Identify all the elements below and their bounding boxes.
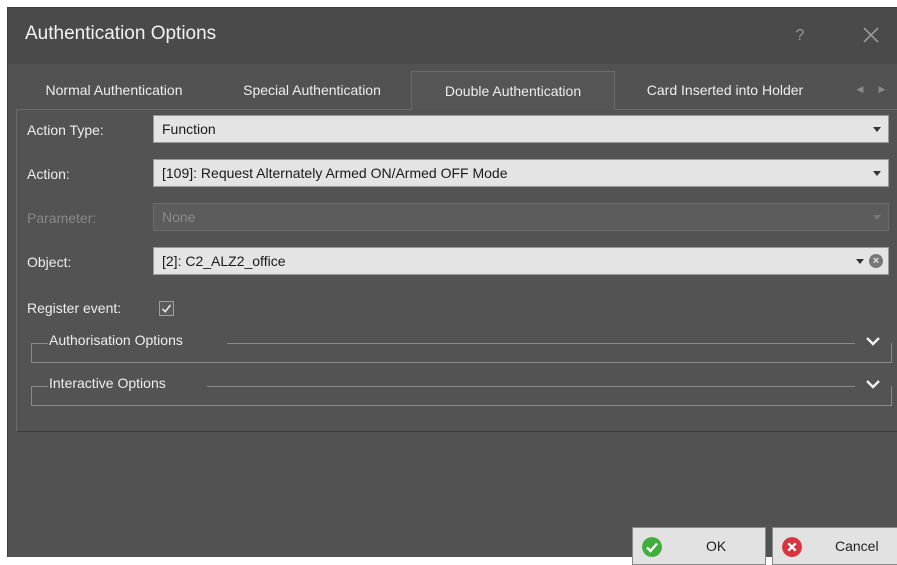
object-value: [2]: C2_ALZ2_office [162, 253, 286, 269]
check-circle-icon [642, 537, 662, 557]
window-title: Authentication Options [25, 23, 217, 44]
chevron-down-icon [856, 259, 864, 264]
action-type-select[interactable]: Function [153, 115, 889, 143]
action-label: Action: [27, 166, 70, 182]
group-border-left [32, 343, 48, 344]
cancel-button[interactable]: Cancel [772, 527, 897, 565]
authorisation-options-group: Authorisation Options [31, 332, 892, 363]
group-border-left [32, 386, 48, 387]
authorisation-options-title: Authorisation Options [49, 332, 187, 348]
chevron-down-icon [873, 171, 881, 176]
action-select[interactable]: [109]: Request Alternately Armed ON/Arme… [153, 159, 889, 187]
chevron-down-icon[interactable] [865, 378, 881, 390]
tab-strip: Normal Authentication Special Authentica… [8, 71, 897, 110]
object-label: Object: [27, 254, 72, 270]
chevron-down-icon [873, 215, 881, 220]
clear-icon[interactable]: × [869, 254, 883, 268]
close-x-icon [863, 27, 879, 43]
interactive-options-group: Interactive Options [31, 375, 892, 406]
object-select[interactable]: [2]: C2_ALZ2_office × [153, 247, 889, 275]
ok-button[interactable]: OK [632, 527, 766, 565]
register-event-checkbox[interactable] [159, 301, 174, 316]
cancel-label: Cancel [835, 538, 879, 554]
action-type-label: Action Type: [27, 122, 104, 138]
register-event-label: Register event: [27, 300, 122, 316]
parameter-value: None [162, 209, 196, 225]
interactive-options-title: Interactive Options [49, 375, 170, 391]
parameter-label: Parameter: [27, 210, 97, 226]
action-type-value: Function [162, 121, 216, 137]
tab-scroll-right-icon[interactable]: ▶ [874, 81, 890, 97]
action-value: [109]: Request Alternately Armed ON/Arme… [162, 165, 508, 181]
chevron-down-icon [873, 127, 881, 132]
title-bar: Authentication Options ? [8, 8, 897, 64]
group-border-right [227, 343, 855, 344]
chevron-down-icon[interactable] [865, 335, 881, 347]
x-circle-icon [782, 537, 802, 557]
tab-double-authentication[interactable]: Double Authentication [411, 71, 615, 110]
tab-scroll-left-icon[interactable]: ◀ [852, 81, 868, 97]
tab-card-inserted-into-holder[interactable]: Card Inserted into Holder [620, 72, 830, 108]
authentication-options-dialog: Authentication Options ? Normal Authenti… [7, 7, 897, 565]
tab-normal-authentication[interactable]: Normal Authentication [21, 72, 207, 108]
checkmark-icon [161, 304, 172, 313]
group-border-right [207, 386, 855, 387]
parameter-select: None [153, 203, 889, 231]
tab-special-authentication[interactable]: Special Authentication [217, 72, 407, 108]
help-button[interactable]: ? [786, 24, 814, 48]
close-button[interactable] [856, 20, 886, 50]
ok-label: OK [706, 538, 727, 554]
